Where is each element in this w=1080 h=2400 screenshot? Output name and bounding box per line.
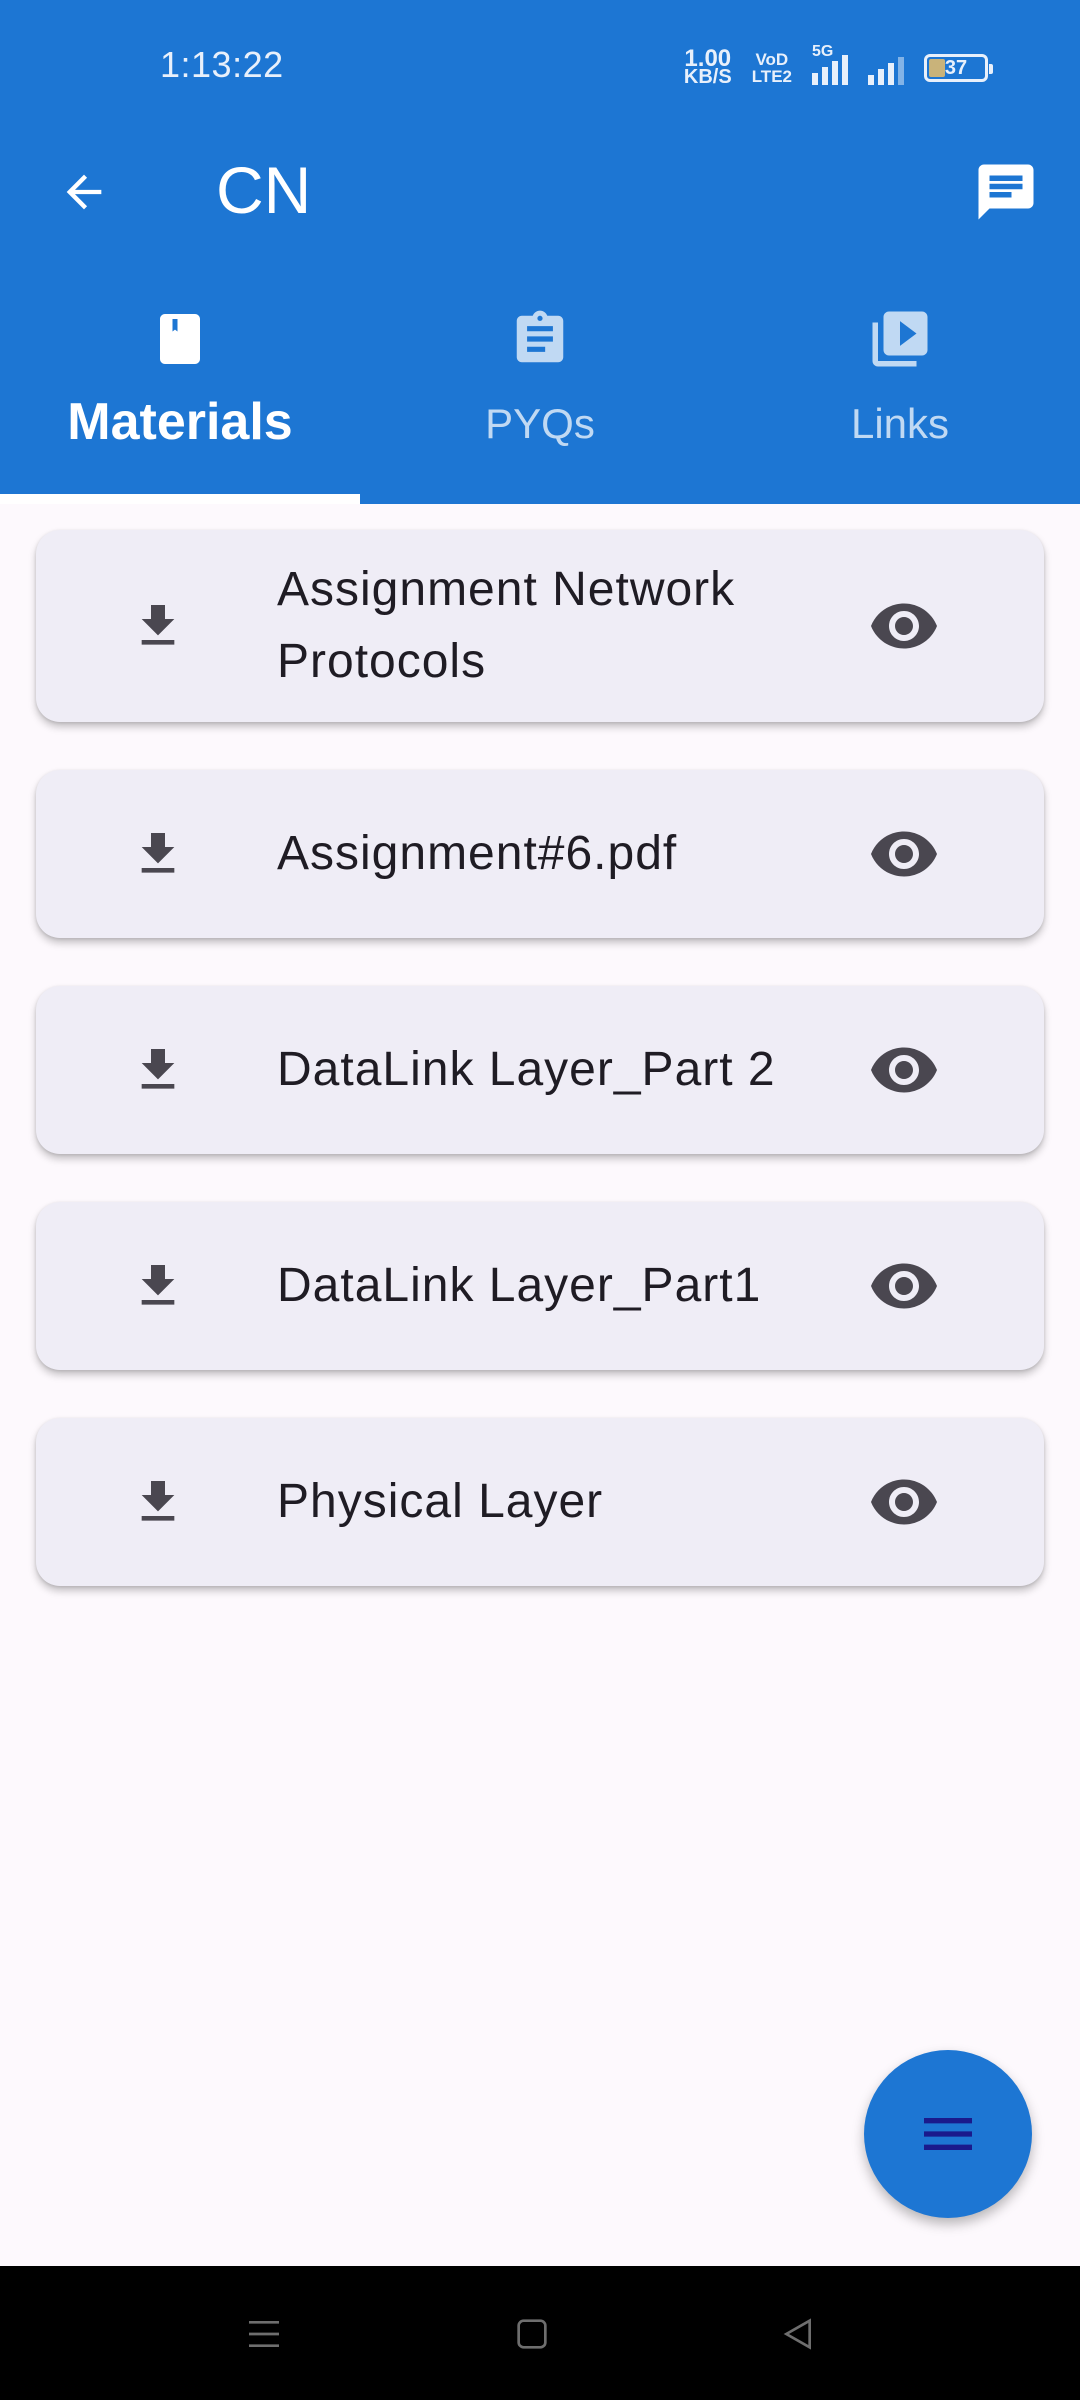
eye-icon (871, 831, 937, 877)
tab-materials[interactable]: Materials (0, 252, 360, 504)
view-button[interactable] (864, 814, 944, 894)
view-button[interactable] (864, 1030, 944, 1110)
eye-icon (871, 1047, 937, 1093)
clipboard-icon (516, 310, 564, 363)
eye-icon (871, 603, 937, 649)
battery-icon: 37 (924, 54, 993, 82)
volte-indicator: VoD LTE2 (752, 51, 792, 85)
tab-indicator (0, 494, 360, 504)
download-icon (141, 1049, 175, 1089)
download-button[interactable] (126, 822, 190, 886)
home-icon (517, 2319, 547, 2349)
tab-label: PYQs (485, 400, 595, 447)
network-speed: 1.00 KB/S (683, 47, 732, 88)
recents-icon (249, 2321, 279, 2347)
material-card[interactable]: DataLink Layer_Part1 (36, 1202, 1044, 1370)
system-nav-bar (0, 2266, 1080, 2400)
volte-bottom: LTE2 (751, 67, 792, 86)
status-indicators: 1.00 KB/S VoD LTE2 5G 37 (683, 43, 993, 92)
tab-links[interactable]: Links (720, 252, 1080, 504)
material-title: Assignment Network Protocols (277, 563, 736, 688)
eye-icon (871, 1479, 937, 1525)
material-card[interactable]: Assignment Network Protocols (36, 530, 1044, 722)
chat-icon (978, 164, 1034, 220)
signal-5g-icon: 5G (812, 43, 848, 85)
home-button[interactable] (508, 2310, 556, 2358)
network-speed-unit: KB/S (683, 66, 732, 88)
download-button[interactable] (126, 1470, 190, 1534)
tab-label: Materials (67, 393, 293, 451)
material-card[interactable]: DataLink Layer_Part 2 (36, 986, 1044, 1154)
download-button[interactable] (126, 1038, 190, 1102)
view-button[interactable] (864, 1462, 944, 1542)
material-title: Assignment#6.pdf (277, 827, 678, 880)
recents-button[interactable] (240, 2310, 288, 2358)
material-title: DataLink Layer_Part 2 (277, 1043, 776, 1096)
download-icon (141, 605, 175, 645)
menu-icon (924, 2118, 972, 2150)
material-card[interactable]: Assignment#6.pdf (36, 770, 1044, 938)
view-button[interactable] (864, 1246, 944, 1326)
back-nav-button[interactable] (774, 2310, 822, 2358)
download-icon (141, 1265, 175, 1305)
download-icon (141, 1481, 175, 1521)
chat-button[interactable] (968, 154, 1044, 230)
materials-list: Assignment Network Protocols Assignment#… (36, 530, 1044, 1634)
tab-pyqs[interactable]: PYQs (360, 252, 720, 504)
material-title: DataLink Layer_Part1 (277, 1259, 762, 1312)
eye-icon (871, 1263, 937, 1309)
view-button[interactable] (864, 586, 944, 666)
back-button[interactable] (52, 160, 116, 224)
video-library-icon (872, 311, 928, 367)
arrow-back-icon (66, 174, 102, 210)
menu-fab-button[interactable] (864, 2050, 1032, 2218)
download-button[interactable] (126, 1254, 190, 1318)
tab-label: Links (850, 400, 950, 447)
network-type: 5G (812, 43, 834, 60)
app-bar: CN (0, 130, 1080, 252)
download-button[interactable] (126, 594, 190, 658)
back-triangle-icon (783, 2318, 811, 2350)
tab-bar: Materials PYQs Links (0, 252, 1080, 504)
material-title: Physical Layer (277, 1475, 604, 1528)
volte-top: VoD (755, 50, 789, 69)
material-card[interactable]: Physical Layer (36, 1418, 1044, 1586)
battery-level: 37 (944, 56, 968, 79)
book-icon (160, 314, 200, 364)
status-time: 1:13:22 (160, 44, 284, 85)
signal-icon (868, 51, 904, 85)
download-icon (141, 833, 175, 873)
page-title: CN (216, 153, 312, 227)
status-bar: 1:13:22 1.00 KB/S VoD LTE2 5G 37 (0, 0, 1080, 130)
